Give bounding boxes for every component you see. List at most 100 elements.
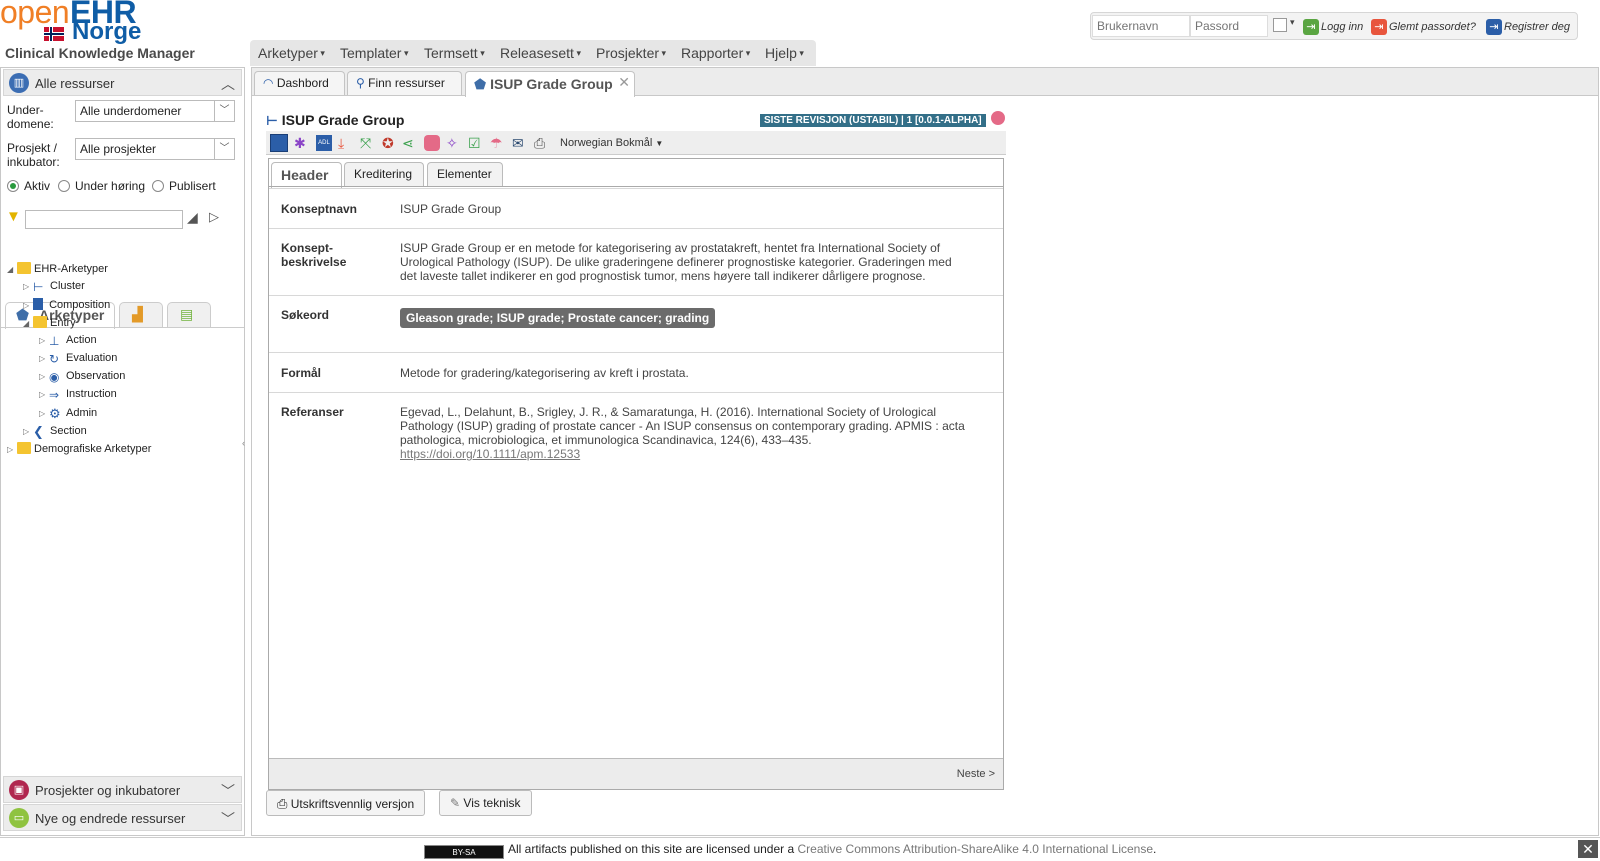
chevron-down-icon[interactable]: ﹀ (214, 101, 234, 121)
field-value: Metode for gradering/kategorisering av k… (400, 366, 689, 380)
collapse-panel-icon[interactable]: ‹ (242, 438, 245, 448)
document-panel: Header Kreditering Elementer Konseptnavn… (268, 158, 1004, 790)
menu-termsets[interactable]: Termsett (424, 45, 485, 61)
revision-badge[interactable]: SISTE REVISJON (USTABIL) | 1 [0.0.1-ALPH… (760, 114, 986, 127)
expand-triangle-icon[interactable]: ▷ (39, 409, 49, 418)
new-resources-icon: ▭ (9, 808, 29, 828)
bookmark-icon[interactable] (424, 135, 440, 151)
tree-node-instruction[interactable]: ▷ ⇒ Instruction (39, 388, 117, 402)
chevron-down-icon[interactable]: ▾ (1290, 17, 1295, 28)
composition-icon (33, 298, 43, 310)
new-changed-header[interactable]: ▭ Nye og endrede ressurser ﹀ (3, 804, 242, 831)
expand-triangle-icon[interactable]: ▷ (39, 336, 49, 345)
header-view-icon[interactable] (270, 134, 288, 152)
tree-node-demographic[interactable]: ▷ Demografiske Arketyper (7, 442, 151, 455)
tree-node-composition[interactable]: ▷ Composition (23, 298, 110, 311)
license-link[interactable]: Creative Commons Attribution-ShareAlike … (798, 842, 1154, 856)
forgot-password-link[interactable]: ⇥ Glemt passordet? (1371, 19, 1476, 35)
subdomain-select[interactable]: Alle underdomener ﹀ (75, 100, 235, 122)
subtab-divider (269, 186, 1003, 187)
tab-termsets[interactable]: ▤ (167, 302, 211, 328)
all-resources-header[interactable]: ▥ Alle ressurser ︿ (3, 69, 242, 96)
cluster-icon: ⊢ (266, 113, 278, 128)
radio-under-review[interactable]: Under høring (58, 179, 145, 193)
spinner-icon[interactable]: ✧ (446, 135, 462, 151)
show-technical-button[interactable]: ✎ Vis teknisk (439, 790, 532, 816)
radio-active[interactable]: Aktiv (7, 179, 50, 193)
translate-icon[interactable]: ☂ (490, 135, 506, 151)
compare-icon[interactable]: ⤧ (360, 135, 376, 151)
expand-icon[interactable]: ▷ (209, 209, 219, 225)
expand-triangle-icon[interactable]: ▷ (23, 301, 33, 310)
expand-triangle-icon[interactable]: ▷ (23, 427, 33, 436)
expand-triangle-icon[interactable]: ▷ (39, 372, 49, 381)
project-select[interactable]: Alle prosjekter ﹀ (75, 138, 235, 160)
subtab-elements[interactable]: Elementer (427, 162, 503, 186)
checklist-icon[interactable]: ☑ (468, 135, 484, 151)
cloud-icon[interactable] (991, 111, 1005, 125)
expand-triangle-icon[interactable]: ▷ (7, 445, 17, 454)
adl-icon[interactable]: ADL (316, 135, 332, 151)
menu-archetypes[interactable]: Arketyper (258, 45, 325, 61)
print-icon[interactable]: ⎙ (534, 135, 550, 151)
expand-triangle-icon[interactable]: ▷ (39, 390, 49, 399)
close-icon[interactable]: ✕ (618, 74, 630, 91)
register-link[interactable]: ⇥ Registrer deg (1486, 19, 1570, 35)
projects-header[interactable]: ▣ Prosjekter og inkubatorer ﹀ (3, 776, 242, 803)
gear-icon: ⚙ (49, 406, 61, 421)
username-input[interactable] (1092, 15, 1190, 37)
menu-releasesets[interactable]: Releasesett (500, 45, 581, 61)
mindmap-icon[interactable]: ✱ (294, 135, 310, 151)
instruction-icon: ⇒ (49, 388, 60, 402)
chevron-down-icon[interactable]: ﹀ (214, 139, 234, 159)
keyword-chip: Gleason grade; ISUP grade; Prostate canc… (400, 308, 716, 328)
tree-node-evaluation[interactable]: ▷ ↻ Evaluation (39, 352, 117, 366)
chevron-down-icon[interactable]: ﹀ (221, 809, 235, 829)
menu-projects[interactable]: Prosjekter (596, 45, 666, 61)
tab-dashboard[interactable]: ◠ Dashbord (254, 71, 345, 95)
login-link[interactable]: ⇥ Logg inn (1303, 19, 1363, 35)
content-tabbar: ◠ Dashbord ⚲ Finn ressurser ⬟ ISUP Grade… (252, 68, 1598, 97)
language-select[interactable]: Norwegian Bokmål ▼ (560, 137, 663, 149)
section-icon: ❮ (33, 424, 44, 439)
remember-checkbox[interactable] (1273, 18, 1287, 32)
subtab-header[interactable]: Header (271, 162, 342, 189)
archetype-icon: ⬟ (474, 76, 487, 92)
tab-templates[interactable]: ▟ (119, 302, 163, 328)
share-icon[interactable]: ⋖ (402, 135, 418, 151)
chevron-down-icon[interactable]: ﹀ (221, 781, 235, 801)
chevron-up-icon[interactable]: ︿ (221, 74, 235, 94)
award-icon[interactable]: ✪ (382, 135, 398, 151)
collapse-triangle-icon[interactable]: ◢ (7, 265, 17, 274)
tab-isup-grade-group[interactable]: ⬟ ISUP Grade Group ✕ (465, 71, 635, 97)
tab-find-resources[interactable]: ⚲ Finn ressurser (347, 71, 462, 95)
tree-node-action[interactable]: ▷ ⊥ Action (39, 334, 97, 348)
print-version-button[interactable]: ⎙ Utskriftsvennlig versjon (266, 790, 426, 816)
cc-by-sa-badge[interactable]: BY-SA (424, 845, 504, 859)
evaluation-icon: ↻ (49, 352, 60, 366)
tree-node-observation[interactable]: ▷ ◉ Observation (39, 370, 125, 384)
tree-node-ehr-archetypes[interactable]: ◢ EHR-Arketyper (7, 262, 108, 275)
menu-templates[interactable]: Templater (340, 45, 409, 61)
subtab-credits[interactable]: Kreditering (344, 162, 424, 186)
filter-input[interactable] (25, 210, 183, 229)
expand-triangle-icon[interactable]: ▷ (23, 282, 33, 291)
radio-published[interactable]: Publisert (152, 179, 216, 193)
tree-node-admin[interactable]: ▷ ⚙ Admin (39, 406, 97, 421)
eraser-icon[interactable]: ◢ (187, 209, 198, 226)
expand-triangle-icon[interactable]: ▷ (39, 354, 49, 363)
next-button[interactable]: Neste > (957, 768, 995, 780)
close-icon[interactable]: ✕ (1578, 840, 1598, 858)
field-keywords: Søkeord Gleason grade; ISUP grade; Prost… (269, 295, 1003, 352)
password-input[interactable] (1190, 15, 1268, 37)
mail-icon[interactable]: ✉ (512, 135, 528, 151)
download-icon[interactable]: ⤓ (338, 135, 354, 151)
tree-node-entry[interactable]: ◢ Entry (23, 316, 76, 329)
reference-link[interactable]: https://doi.org/10.1111/apm.12533 (400, 447, 970, 461)
tree-node-cluster[interactable]: ▷ ⊢ Cluster (23, 280, 85, 294)
radio-dot (58, 180, 70, 192)
menu-reports[interactable]: Rapporter (681, 45, 750, 61)
tree-node-section[interactable]: ▷ ❮ Section (23, 424, 87, 439)
menu-help[interactable]: Hjelp (765, 45, 804, 61)
collapse-triangle-icon[interactable]: ◢ (23, 319, 33, 328)
